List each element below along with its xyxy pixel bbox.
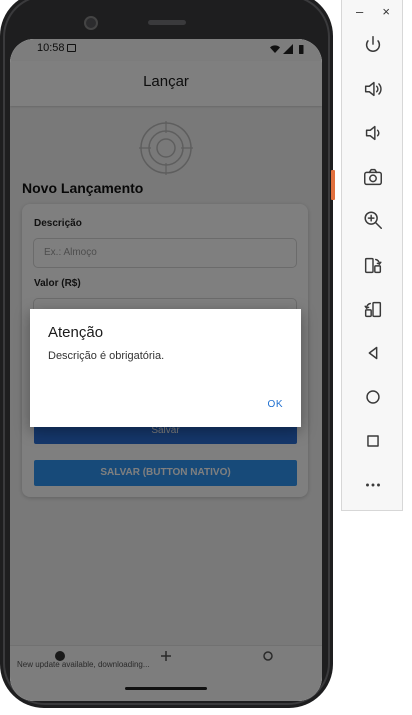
rotate-right-icon (364, 301, 382, 318)
window-controls: – × (348, 4, 396, 20)
home-button[interactable] (359, 383, 387, 411)
overview-button[interactable] (359, 427, 387, 455)
earpiece-speaker (148, 20, 186, 25)
overview-icon (367, 435, 379, 447)
power-side-key[interactable] (331, 170, 335, 200)
home-icon (366, 390, 380, 404)
zoom-button[interactable] (359, 206, 387, 234)
phone-frame: 10:58 Lançar Novo Lançamento Descrição E… (0, 0, 335, 708)
device-screen: 10:58 Lançar Novo Lançamento Descrição E… (10, 39, 322, 701)
rotate-left-button[interactable] (359, 251, 387, 279)
rotate-left-icon (364, 257, 382, 274)
emulator-toolbar: – × (341, 0, 403, 511)
back-button[interactable] (359, 339, 387, 367)
minimize-button[interactable]: – (356, 4, 363, 20)
volume-down-icon (365, 125, 380, 141)
dialog-ok-button[interactable]: OK (268, 399, 283, 410)
camera-icon (364, 168, 382, 186)
rotate-right-button[interactable] (359, 295, 387, 323)
alert-dialog: Atenção Descrição é obrigatória. OK (30, 309, 301, 427)
volume-up-button[interactable] (359, 75, 387, 103)
volume-up-icon (364, 81, 382, 97)
dialog-title: Atenção (48, 324, 104, 341)
zoom-icon (364, 211, 382, 229)
back-icon (368, 346, 378, 360)
screenshot-button[interactable] (359, 163, 387, 191)
power-icon (365, 36, 381, 52)
power-button[interactable] (359, 31, 387, 59)
close-button[interactable]: × (382, 4, 390, 20)
front-camera (84, 16, 98, 30)
volume-down-button[interactable] (359, 119, 387, 147)
dialog-message: Descrição é obrigatória. (48, 350, 165, 362)
more-button[interactable] (359, 471, 387, 499)
more-icon (366, 483, 380, 487)
